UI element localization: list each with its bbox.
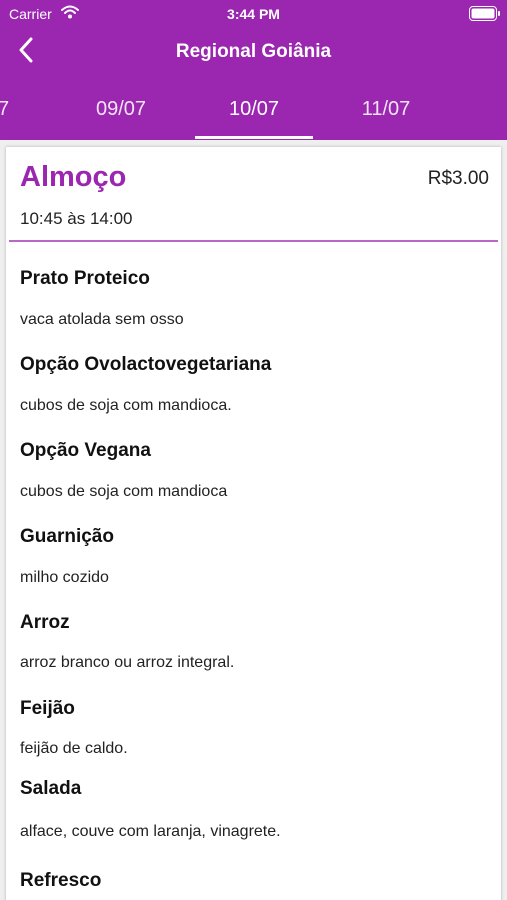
tab-date-1007[interactable]: 10/07 bbox=[195, 98, 313, 121]
menu-item-label: Opção Ovolactovegetariana bbox=[20, 354, 272, 375]
card-divider bbox=[9, 240, 498, 242]
battery-icon bbox=[469, 6, 501, 21]
menu-item-label: Refresco bbox=[20, 870, 102, 891]
meal-title: Almoço bbox=[20, 161, 127, 193]
navigation-bar: Regional Goiânia bbox=[0, 28, 507, 78]
menu-item-value: alface, couve com laranja, vinagrete. bbox=[20, 823, 281, 840]
menu-item-value: feijão de caldo. bbox=[20, 740, 128, 757]
meal-card: Almoço R$3.00 10:45 às 14:00 Prato Prote… bbox=[6, 147, 501, 900]
meal-price: R$3.00 bbox=[427, 168, 489, 189]
status-bar: Carrier 3:44 PM bbox=[0, 0, 507, 28]
app-header: Carrier 3:44 PM Regional Goiânia 7 09/07… bbox=[0, 0, 507, 140]
menu-item-value: arroz branco ou arroz integral. bbox=[20, 654, 235, 671]
status-time: 3:44 PM bbox=[227, 6, 280, 22]
menu-item-value: cubos de soja com mandioca. bbox=[20, 397, 232, 414]
menu-item-value: milho cozido bbox=[20, 569, 109, 586]
menu-item-value: vaca atolada sem osso bbox=[20, 311, 184, 328]
tab-date-partial-left[interactable]: 07 bbox=[0, 98, 57, 121]
selected-tab-indicator bbox=[195, 136, 313, 139]
menu-item-label: Feijão bbox=[20, 698, 75, 719]
meal-hours: 10:45 às 14:00 bbox=[20, 209, 133, 228]
menu-item-value: cubos de soja com mandioca bbox=[20, 483, 228, 500]
tab-date-1107[interactable]: 11/07 bbox=[327, 98, 445, 121]
page-title: Regional Goiânia bbox=[175, 41, 332, 62]
menu-item-label: Arroz bbox=[20, 612, 70, 633]
date-tab-bar: 07 09/07 10/07 11/07 12 bbox=[0, 78, 507, 140]
tab-date-partial-right[interactable]: 12 bbox=[461, 98, 507, 121]
menu-item-label: Opção Vegana bbox=[20, 440, 151, 461]
menu-item-label: Guarnição bbox=[20, 526, 114, 547]
menu-item-label: Salada bbox=[20, 778, 82, 799]
menu-item-label: Prato Proteico bbox=[20, 268, 150, 289]
tab-date-0907[interactable]: 09/07 bbox=[62, 98, 180, 121]
